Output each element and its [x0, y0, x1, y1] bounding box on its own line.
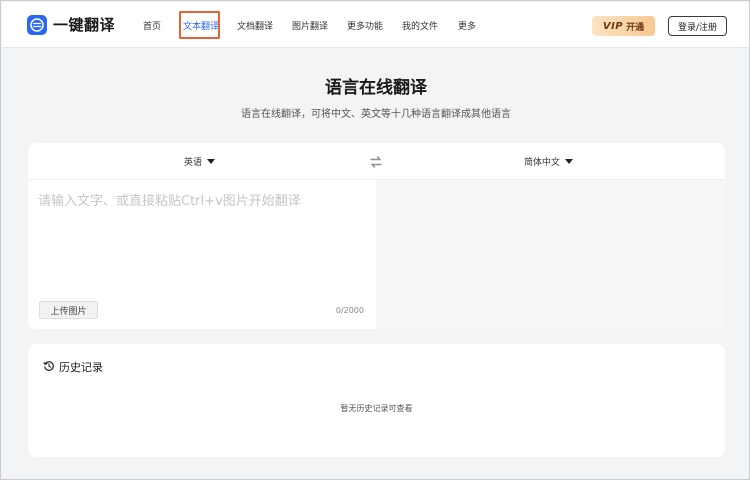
source-text-input[interactable]: [38, 190, 368, 290]
page-subtitle: 语言在线翻译，可将中文、英文等十几种语言翻译成其他语言: [241, 109, 511, 120]
nav-home[interactable]: 首页: [143, 19, 161, 32]
chevron-down-icon: [207, 159, 216, 164]
upload-image-button[interactable]: 上传图片: [39, 301, 98, 319]
nav-my-files[interactable]: 我的文件: [402, 19, 438, 32]
nav-more-features[interactable]: 更多功能: [347, 19, 383, 32]
swap-arrows-icon[interactable]: [369, 154, 383, 168]
target-language-select[interactable]: 简体中文: [524, 155, 574, 168]
vip-badge: VIP: [602, 20, 624, 32]
translation-output-pane: [376, 180, 725, 329]
top-header: 一键翻译 首页 文本翻译 文档翻译 图片翻译 更多功能 我的文件 更多 VIP …: [2, 2, 749, 48]
source-language-label: 英语: [184, 158, 203, 168]
vip-activate-button[interactable]: VIP 开通: [592, 16, 655, 36]
history-clock-icon: [43, 360, 55, 375]
translator-card: 英语 简体中文 上传图片 0/2000: [28, 143, 725, 329]
target-language-label: 简体中文: [524, 158, 561, 168]
app-window: 一键翻译 首页 文本翻译 文档翻译 图片翻译 更多功能 我的文件 更多 VIP …: [0, 0, 750, 480]
chevron-down-icon: [565, 159, 574, 164]
translate-logo-icon[interactable]: [27, 15, 47, 35]
history-header: 历史记录: [43, 359, 103, 375]
nav-image-translate[interactable]: 图片翻译: [292, 19, 328, 32]
page-title: 语言在线翻译: [325, 78, 427, 98]
nav-document-translate[interactable]: 文档翻译: [237, 19, 273, 32]
source-pane: 上传图片 0/2000: [28, 180, 376, 329]
nav-more[interactable]: 更多: [458, 19, 476, 32]
char-count: 0/2000: [335, 306, 364, 315]
source-language-select[interactable]: 英语: [184, 155, 216, 168]
vip-label: 开通: [626, 22, 645, 33]
history-empty-text: 暂无历史记录可查看: [340, 404, 413, 413]
nav-active-highlight: [179, 11, 220, 39]
logo-text[interactable]: 一键翻译: [53, 14, 115, 35]
language-bar: 英语 简体中文: [28, 143, 725, 180]
history-card: 历史记录 暂无历史记录可查看: [28, 344, 725, 457]
login-register-button[interactable]: 登录/注册: [668, 16, 727, 36]
history-title: 历史记录: [59, 361, 103, 374]
